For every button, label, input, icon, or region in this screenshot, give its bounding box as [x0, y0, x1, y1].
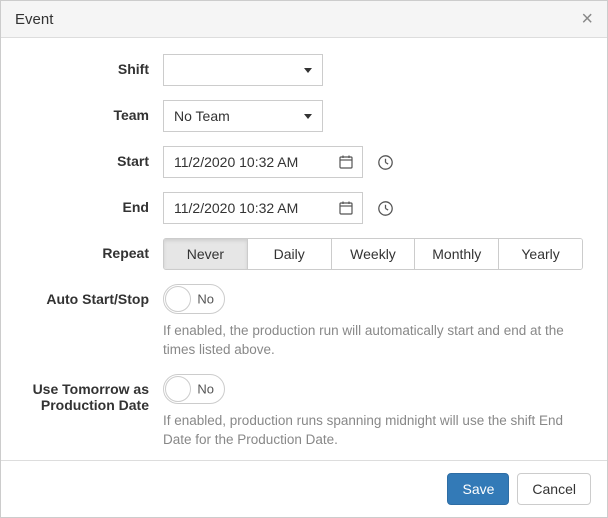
help-auto-start-stop: If enabled, the production run will auto… — [163, 322, 585, 360]
repeat-yearly[interactable]: Yearly — [499, 239, 582, 269]
modal-header: Event × — [1, 1, 607, 38]
auto-start-stop-toggle[interactable]: No — [163, 284, 225, 314]
repeat-weekly[interactable]: Weekly — [332, 239, 416, 269]
save-button[interactable]: Save — [447, 473, 509, 505]
end-clock-button[interactable] — [371, 192, 401, 224]
label-end: End — [23, 192, 163, 215]
label-repeat: Repeat — [23, 238, 163, 261]
row-team: Team No Team — [23, 100, 585, 132]
row-end: End 11/2/2020 10:32 AM — [23, 192, 585, 224]
modal-title: Event — [15, 11, 53, 28]
event-modal: Event × Shift Team No Team Start — [0, 0, 608, 518]
repeat-never[interactable]: Never — [164, 239, 248, 269]
start-datetime-input[interactable]: 11/2/2020 10:32 AM — [163, 146, 363, 178]
repeat-daily[interactable]: Daily — [248, 239, 332, 269]
help-use-tomorrow: If enabled, production runs spanning mid… — [163, 412, 585, 450]
auto-start-stop-state: No — [197, 292, 214, 307]
shift-select[interactable] — [163, 54, 323, 86]
end-value: 11/2/2020 10:32 AM — [174, 200, 332, 216]
label-use-tomorrow: Use Tomorrow as Production Date — [23, 374, 163, 413]
caret-down-icon — [304, 114, 312, 119]
team-select[interactable]: No Team — [163, 100, 323, 132]
row-start: Start 11/2/2020 10:32 AM — [23, 146, 585, 178]
team-value: No Team — [174, 108, 230, 124]
modal-footer: Save Cancel — [1, 460, 607, 517]
calendar-icon[interactable] — [338, 200, 354, 216]
label-start: Start — [23, 146, 163, 169]
repeat-segmented: Never Daily Weekly Monthly Yearly — [163, 238, 583, 270]
row-use-tomorrow: Use Tomorrow as Production Date No If en… — [23, 374, 585, 450]
use-tomorrow-state: No — [197, 381, 214, 396]
repeat-monthly[interactable]: Monthly — [415, 239, 499, 269]
start-value: 11/2/2020 10:32 AM — [174, 154, 332, 170]
toggle-knob — [165, 286, 191, 312]
toggle-knob — [165, 376, 191, 402]
start-clock-button[interactable] — [371, 146, 401, 178]
label-team: Team — [23, 100, 163, 123]
row-auto-start-stop: Auto Start/Stop No If enabled, the produ… — [23, 284, 585, 360]
cancel-button[interactable]: Cancel — [517, 473, 591, 505]
end-datetime-input[interactable]: 11/2/2020 10:32 AM — [163, 192, 363, 224]
label-shift: Shift — [23, 54, 163, 77]
close-icon[interactable]: × — [581, 9, 593, 29]
caret-down-icon — [304, 68, 312, 73]
calendar-icon[interactable] — [338, 154, 354, 170]
row-shift: Shift — [23, 54, 585, 86]
label-auto-start-stop: Auto Start/Stop — [23, 284, 163, 307]
modal-body: Shift Team No Team Start 11/2/202 — [1, 38, 607, 460]
use-tomorrow-toggle[interactable]: No — [163, 374, 225, 404]
row-repeat: Repeat Never Daily Weekly Monthly Yearly — [23, 238, 585, 270]
